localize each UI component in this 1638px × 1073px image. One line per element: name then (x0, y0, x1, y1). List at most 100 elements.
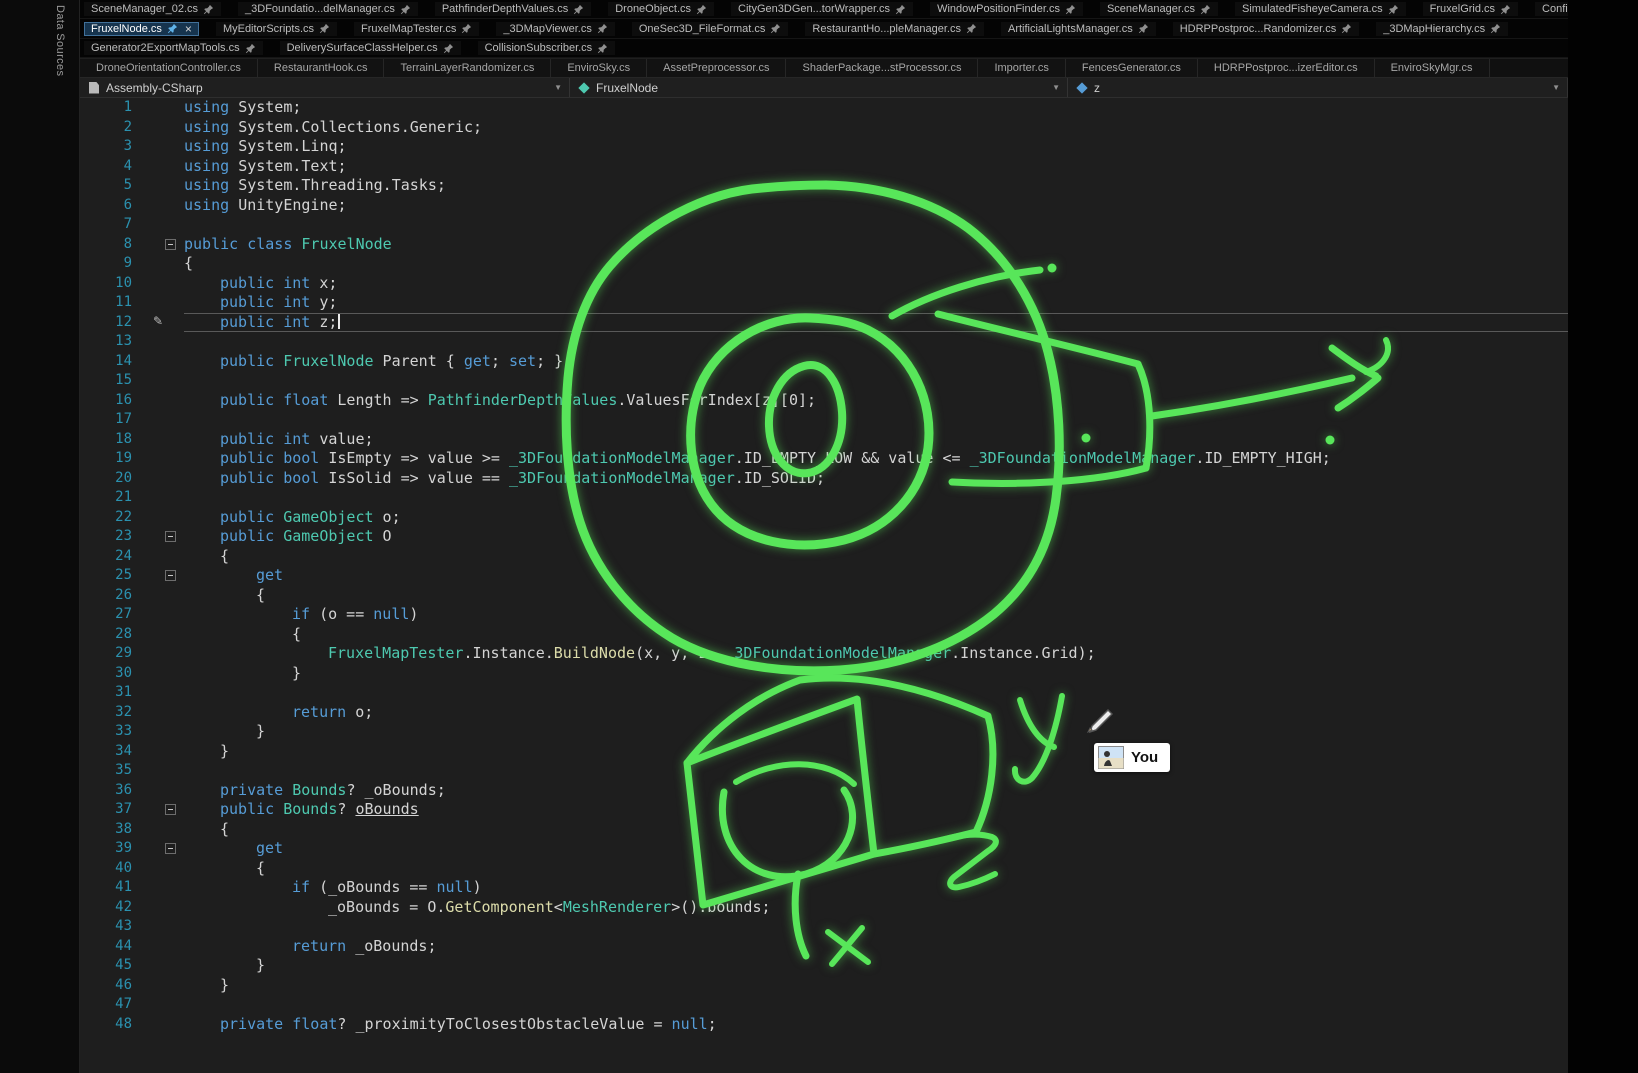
tab[interactable]: FencesGenerator.cs (1066, 59, 1198, 77)
code-line[interactable]: 10public int x; (80, 274, 1568, 294)
code-line[interactable]: 4 using System.Text; (80, 157, 1568, 177)
line-number[interactable]: 19 (80, 449, 152, 469)
line-number[interactable]: 24 (80, 547, 152, 567)
code-text[interactable]: public float Length => PathfinderDepthVa… (184, 391, 1568, 411)
code-text[interactable]: { (184, 586, 1568, 606)
tab[interactable]: _3DFoundatio...delManager.cs (238, 2, 418, 16)
code-text[interactable]: public Bounds? oBounds (184, 800, 1568, 820)
line-number[interactable]: 36 (80, 781, 152, 801)
line-number[interactable]: 32 (80, 703, 152, 723)
code-text[interactable]: public FruxelNode Parent { get; set; } (184, 352, 1568, 372)
code-editor[interactable]: 1using System;2 using System.Collections.… (80, 98, 1568, 1073)
pin-icon[interactable] (573, 4, 584, 15)
code-line[interactable]: 37public Bounds? oBounds (80, 800, 1568, 820)
pin-icon[interactable] (1341, 23, 1352, 34)
tab[interactable]: OneSec3D_FileFormat.cs (632, 22, 789, 36)
code-text[interactable]: _oBounds = O.GetComponent<MeshRenderer>(… (184, 898, 1568, 918)
pin-icon[interactable] (966, 23, 977, 34)
line-number[interactable]: 8 (80, 235, 152, 255)
tab[interactable]: FruxelGrid.cs (1423, 2, 1518, 16)
line-number[interactable]: 20 (80, 469, 152, 489)
code-text[interactable]: } (184, 742, 1568, 762)
tab[interactable]: EnviroSkyMgr.cs (1375, 59, 1490, 77)
code-text[interactable]: using System.Collections.Generic; (184, 118, 1568, 138)
tab[interactable]: Generator2ExportMapTools.cs (84, 41, 263, 55)
code-text[interactable]: using System.Linq; (184, 137, 1568, 157)
code-line[interactable]: 34} (80, 742, 1568, 762)
tab[interactable]: Importer.cs (978, 59, 1065, 77)
line-number[interactable]: 7 (80, 215, 152, 235)
code-text[interactable]: { (184, 859, 1568, 879)
code-text[interactable] (184, 371, 1568, 391)
code-text[interactable]: } (184, 956, 1568, 976)
line-number[interactable]: 10 (80, 274, 152, 294)
tab[interactable]: _3DMapViewer.cs (496, 22, 614, 36)
code-line[interactable]: 22public GameObject o; (80, 508, 1568, 528)
pin-icon[interactable] (461, 23, 472, 34)
line-number[interactable]: 2 (80, 118, 152, 138)
code-line[interactable]: 11public int y; (80, 293, 1568, 313)
code-line[interactable]: 45} (80, 956, 1568, 976)
fold-collapse-icon[interactable] (165, 239, 176, 250)
tab[interactable]: HDRPPostproc...izerEditor.cs (1198, 59, 1375, 77)
line-number[interactable]: 41 (80, 878, 152, 898)
line-number[interactable]: 12 (80, 313, 152, 333)
member-dropdown[interactable]: z ▼ (1068, 78, 1568, 97)
code-line[interactable]: 17 (80, 410, 1568, 430)
line-number[interactable]: 3 (80, 137, 152, 157)
line-number[interactable]: 44 (80, 937, 152, 957)
tab[interactable]: ShaderPackage...stProcessor.cs (786, 59, 978, 77)
line-number[interactable]: 25 (80, 566, 152, 586)
code-line[interactable]: 31 (80, 683, 1568, 703)
line-number[interactable]: 35 (80, 761, 152, 781)
code-line[interactable]: 1using System; (80, 98, 1568, 118)
code-line[interactable]: 29FruxelMapTester.Instance.BuildNode(x, … (80, 644, 1568, 664)
code-text[interactable]: public bool IsEmpty => value >= _3DFound… (184, 449, 1568, 469)
line-number[interactable]: 28 (80, 625, 152, 645)
code-text[interactable]: FruxelMapTester.Instance.BuildNode(x, y,… (184, 644, 1568, 664)
line-number[interactable]: 14 (80, 352, 152, 372)
code-line[interactable]: 46} (80, 976, 1568, 996)
code-line[interactable]: 6using UnityEngine; (80, 196, 1568, 216)
code-text[interactable]: public GameObject o; (184, 508, 1568, 528)
code-line[interactable]: 7 (80, 215, 1568, 235)
fold-collapse-icon[interactable] (165, 570, 176, 581)
code-line[interactable]: 21 (80, 488, 1568, 508)
code-text[interactable]: using System.Text; (184, 157, 1568, 177)
code-line[interactable]: 19 public bool IsEmpty => value >= _3DFou… (80, 449, 1568, 469)
tab[interactable]: ArtificialLightsManager.cs (1001, 22, 1156, 36)
code-line[interactable]: 33} (80, 722, 1568, 742)
line-number[interactable]: 31 (80, 683, 152, 703)
type-dropdown[interactable]: FruxelNode ▼ (570, 78, 1068, 97)
tab[interactable]: SceneManager.cs (1100, 2, 1218, 16)
tab[interactable]: CityGen3DGen...torWrapper.cs (731, 2, 913, 16)
line-number[interactable]: 45 (80, 956, 152, 976)
tab[interactable]: AssetPreprocessor.cs (647, 59, 786, 77)
tab-active[interactable]: FruxelNode.cs× (84, 22, 199, 36)
pin-icon[interactable] (1138, 23, 1149, 34)
tab[interactable]: PathfinderDepthValues.cs (435, 2, 591, 16)
code-text[interactable]: public int z; (184, 313, 1568, 333)
line-number[interactable]: 11 (80, 293, 152, 313)
pin-icon[interactable] (1065, 4, 1076, 15)
code-line[interactable]: 40 { (80, 859, 1568, 879)
code-line[interactable]: 14 public FruxelNode Parent { get; set; } (80, 352, 1568, 372)
pin-icon[interactable] (400, 4, 411, 15)
code-text[interactable]: { (184, 547, 1568, 567)
line-number[interactable]: 27 (80, 605, 152, 625)
line-number[interactable]: 5 (80, 176, 152, 196)
chevron-down-icon[interactable]: ▼ (554, 84, 562, 92)
line-number[interactable]: 40 (80, 859, 152, 879)
tab[interactable]: SimulatedFisheyeCamera.cs (1235, 2, 1406, 16)
line-number[interactable]: 23 (80, 527, 152, 547)
code-text[interactable]: } (184, 722, 1568, 742)
chevron-down-icon[interactable]: ▼ (1552, 84, 1560, 92)
code-text[interactable]: { (184, 820, 1568, 840)
line-number[interactable]: 4 (80, 157, 152, 177)
pin-icon[interactable] (167, 23, 178, 34)
code-text[interactable] (184, 683, 1568, 703)
fold-collapse-icon[interactable] (165, 531, 176, 542)
pin-icon[interactable] (597, 43, 608, 54)
code-line[interactable]: 8public class FruxelNode (80, 235, 1568, 255)
tab[interactable]: FruxelMapTester.cs (354, 22, 479, 36)
